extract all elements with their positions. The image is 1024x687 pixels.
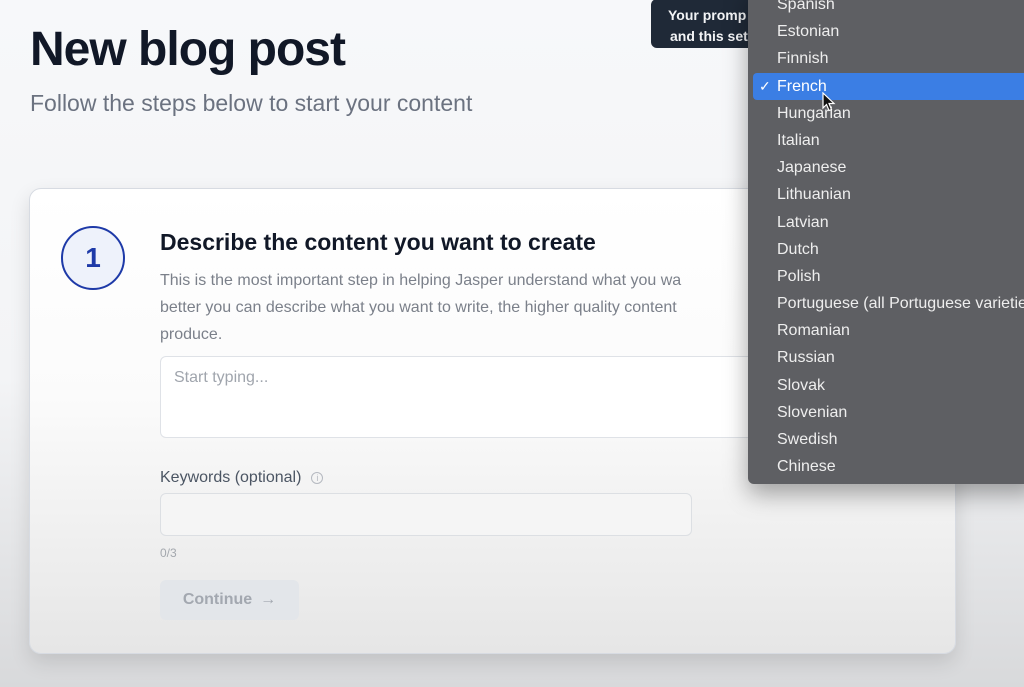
page-title: New blog post: [30, 23, 346, 76]
language-option-label: Latvian: [777, 213, 829, 231]
step-description-line: better you can describe what you want to…: [160, 299, 677, 316]
language-option-label: Russian: [777, 349, 835, 367]
language-option-label: Slovenian: [777, 403, 848, 421]
language-option-spanish[interactable]: Spanish: [748, 0, 1024, 18]
language-dropdown-menu[interactable]: Spanish Estonian Finnish ✓ French Hungarian It…: [748, 0, 1024, 484]
arrow-right-icon: →: [260, 591, 277, 608]
language-option-finnish[interactable]: Finnish: [748, 45, 1024, 72]
keywords-label: Keywords (optional) i: [160, 469, 324, 487]
keywords-count: 0/3: [160, 546, 177, 560]
content-description-input[interactable]: [160, 356, 780, 438]
language-option-label: Lithuanian: [777, 186, 851, 204]
step-description-line: This is the most important step in helpi…: [160, 272, 682, 289]
language-option-portuguese[interactable]: Portuguese (all Portuguese varieties): [748, 290, 1024, 317]
language-option-label: Finnish: [777, 50, 829, 68]
step-number-badge: 1: [61, 226, 125, 290]
info-icon[interactable]: i: [311, 472, 324, 484]
language-option-slovenian[interactable]: Slovenian: [748, 399, 1024, 426]
keywords-label-text: Keywords (optional): [160, 469, 302, 486]
language-options-list: Spanish Estonian Finnish ✓ French Hungarian It…: [748, 0, 1024, 480]
language-option-label: Japanese: [777, 159, 847, 177]
step-title: Describe the content you want to create: [160, 229, 596, 255]
step-description-line: produce.: [160, 326, 223, 343]
language-option-label: French: [777, 77, 827, 95]
language-option-swedish[interactable]: Swedish: [748, 426, 1024, 453]
language-option-hungarian[interactable]: Hungarian: [748, 100, 1024, 127]
mouse-cursor-icon: [822, 92, 836, 112]
language-option-chinese[interactable]: Chinese: [748, 453, 1024, 480]
language-option-estonian[interactable]: Estonian: [748, 18, 1024, 45]
continue-button-label: Continue: [182, 591, 253, 608]
language-option-japanese[interactable]: Japanese: [748, 154, 1024, 181]
language-option-label: Dutch: [777, 240, 819, 258]
language-option-label: Romanian: [777, 322, 850, 340]
language-option-lithuanian[interactable]: Lithuanian: [748, 181, 1024, 208]
check-icon: ✓: [759, 77, 771, 94]
language-option-dutch[interactable]: Dutch: [748, 236, 1024, 263]
keywords-input[interactable]: [160, 493, 692, 536]
language-option-label: Hungarian: [777, 104, 851, 122]
language-option-polish[interactable]: Polish: [748, 263, 1024, 290]
language-option-label: Polish: [777, 267, 821, 285]
language-option-latvian[interactable]: Latvian: [748, 209, 1024, 236]
continue-button[interactable]: Continue →: [160, 580, 299, 620]
language-option-label: Estonian: [777, 23, 840, 41]
language-option-slovak[interactable]: Slovak: [748, 372, 1024, 399]
language-option-label: Portuguese (all Portuguese varieties): [777, 295, 1024, 313]
language-option-label: Slovak: [777, 376, 826, 394]
language-option-italian[interactable]: Italian: [748, 127, 1024, 154]
language-option-russian[interactable]: Russian: [748, 344, 1024, 371]
language-option-romanian[interactable]: Romanian: [748, 317, 1024, 344]
language-option-french[interactable]: ✓ French: [753, 72, 1024, 100]
language-option-label: Spanish: [777, 0, 835, 13]
step-description: This is the most important step in helpi…: [160, 267, 780, 348]
language-option-label: Chinese: [777, 458, 836, 476]
language-option-label: Swedish: [777, 431, 838, 448]
page-subtitle: Follow the steps below to start your con…: [30, 90, 473, 116]
language-option-label: Italian: [777, 131, 820, 149]
